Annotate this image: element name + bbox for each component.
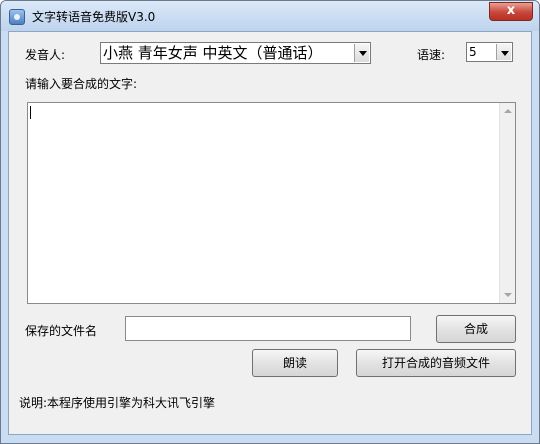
synthesize-button[interactable]: 合成 [436, 315, 516, 343]
app-icon [9, 9, 25, 25]
close-button[interactable]: x [489, 2, 533, 21]
client-area: 发音人: 小燕 青年女声 中英文（普通话） 语速: 5 请输入要合成的文字: 保… [8, 31, 532, 435]
speaker-value: 小燕 青年女声 中英文（普通话） [103, 44, 323, 62]
read-aloud-button[interactable]: 朗读 [252, 349, 338, 377]
chevron-down-icon[interactable] [354, 44, 369, 62]
scroll-up-arrow-icon[interactable] [504, 109, 512, 113]
scroll-down-arrow-icon[interactable] [504, 293, 512, 297]
speed-select[interactable]: 5 [466, 42, 513, 62]
text-prompt-label: 请输入要合成的文字: [25, 77, 138, 91]
speaker-label: 发音人: [25, 48, 66, 62]
speed-value: 5 [469, 45, 477, 59]
app-window: 文字转语音免费版V3.0 x 发音人: 小燕 青年女声 中英文（普通话） 语速:… [0, 0, 540, 444]
filename-input[interactable] [125, 316, 411, 341]
filename-label: 保存的文件名 [25, 324, 98, 338]
window-title: 文字转语音免费版V3.0 [32, 10, 156, 24]
vertical-scrollbar[interactable] [499, 103, 515, 303]
engine-note: 说明:本程序使用引擎为科大讯飞引擎 [19, 396, 216, 410]
open-audio-file-button[interactable]: 打开合成的音频文件 [356, 349, 516, 377]
text-input-area[interactable] [27, 102, 516, 304]
title-bar[interactable]: 文字转语音免费版V3.0 x [1, 1, 539, 31]
speed-label: 语速: [417, 48, 446, 62]
text-caret [30, 106, 31, 119]
chevron-down-icon[interactable] [496, 44, 511, 60]
close-icon: x [506, 3, 516, 18]
speaker-select[interactable]: 小燕 青年女声 中英文（普通话） [100, 42, 371, 64]
